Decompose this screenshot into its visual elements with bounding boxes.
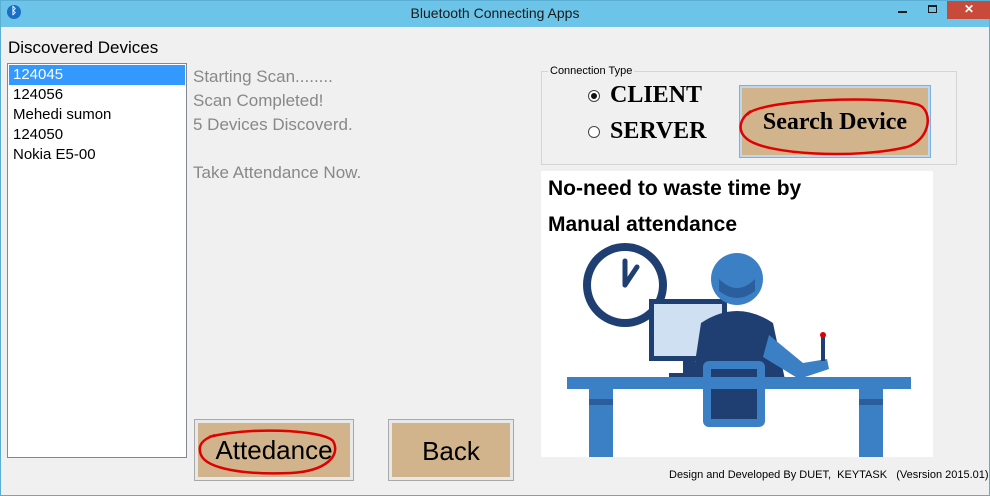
server-radio-label[interactable]: SERVER (610, 118, 707, 145)
device-list-item[interactable]: 124056 (9, 85, 185, 105)
device-list-item[interactable]: 124045 (9, 65, 185, 85)
server-radio[interactable] (588, 125, 600, 138)
device-list[interactable]: 124045 124056 Mehedi sumon 124050 Nokia … (7, 63, 187, 458)
maximize-icon (927, 5, 937, 13)
status-line: Scan Completed! (193, 91, 324, 110)
discovered-devices-label: Discovered Devices (8, 38, 159, 57)
status-spacer (193, 137, 523, 161)
device-list-item[interactable]: Mehedi sumon (9, 105, 185, 125)
server-radio-option[interactable]: SERVER (588, 118, 707, 145)
client-radio[interactable] (588, 89, 600, 102)
client-radio-label[interactable]: CLIENT (610, 82, 702, 109)
app-window: ᛒ Bluetooth Connecting Apps ✕ Discovered… (0, 0, 990, 496)
status-line: 5 Devices Discoverd. (193, 115, 353, 134)
client-radio-option[interactable]: CLIENT (588, 82, 702, 109)
window-title: Bluetooth Connecting Apps (410, 5, 580, 21)
promo-banner: No-need to waste time by Manual attendan… (541, 171, 933, 457)
maximize-button[interactable] (919, 1, 945, 19)
device-list-item[interactable]: 124050 (9, 125, 185, 145)
status-log: Starting Scan........ Scan Completed! 5 … (193, 65, 523, 185)
status-prompt: Take Attendance Now. (193, 163, 362, 182)
back-button[interactable]: Back (388, 419, 514, 481)
footer-credits: Design and Developed By DUET, KEYTASK (V… (669, 469, 989, 481)
close-icon: ✕ (963, 2, 975, 16)
promo-headline: No-need to waste time by (548, 177, 802, 200)
minimize-icon (897, 11, 907, 13)
device-list-item[interactable]: Nokia E5-00 (9, 145, 185, 165)
chair-icon (703, 361, 765, 427)
search-device-button[interactable]: Search Device (739, 85, 931, 158)
minimize-button[interactable] (889, 1, 915, 19)
title-bar[interactable]: ᛒ Bluetooth Connecting Apps ✕ (1, 1, 990, 27)
close-button[interactable]: ✕ (947, 1, 990, 19)
attendance-button[interactable]: Attedance (194, 419, 354, 481)
attendance-illustration (567, 243, 911, 457)
promo-subheadline: Manual attendance (548, 213, 738, 236)
connection-type-legend: Connection Type (548, 65, 635, 77)
status-line: Starting Scan........ (193, 67, 333, 86)
